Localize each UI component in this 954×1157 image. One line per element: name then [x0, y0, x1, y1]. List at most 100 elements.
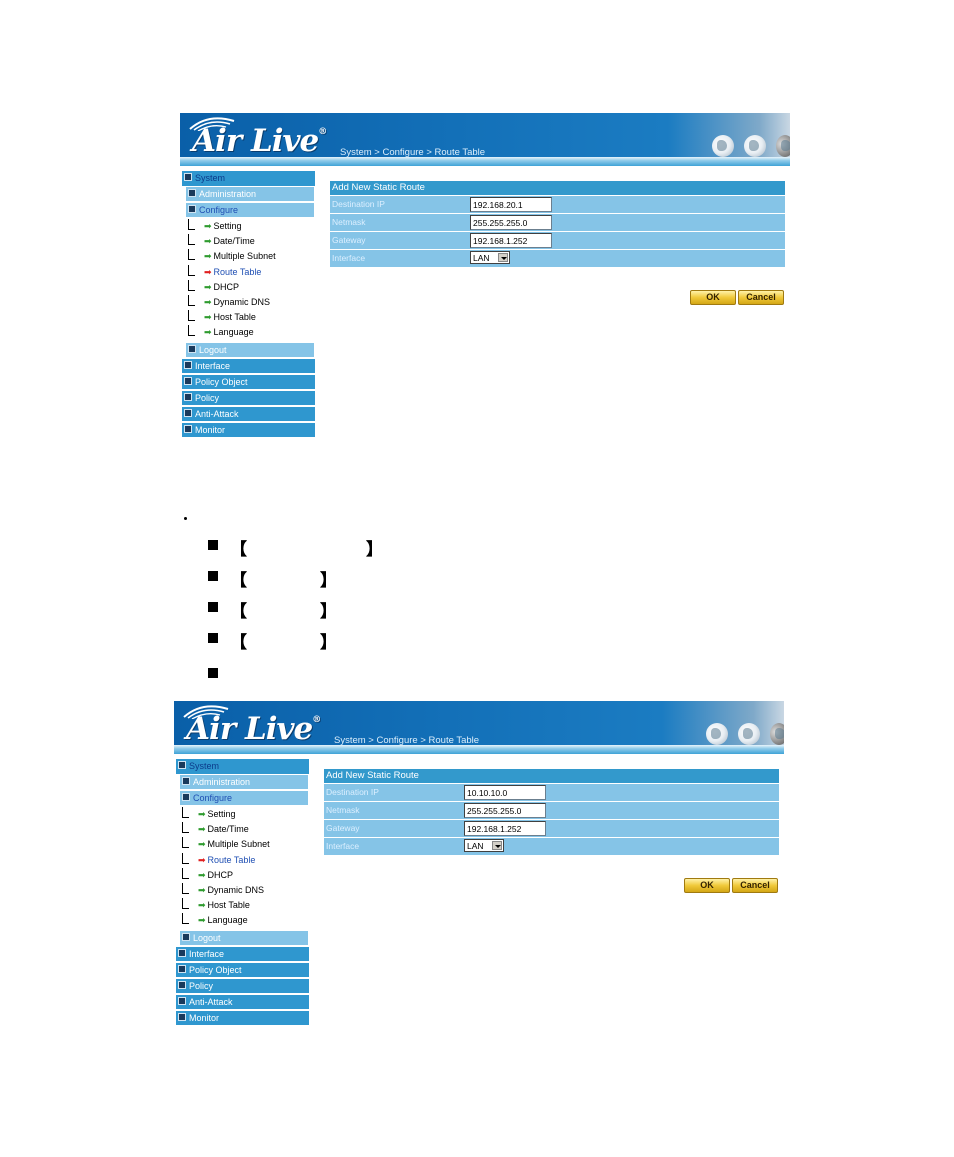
cancel-button[interactable]: Cancel — [738, 290, 784, 305]
router-ui-screenshot-1: Air Live® System > Configure > Route Tab… — [180, 113, 790, 443]
configure-submenu: ➡ Setting ➡ Date/Time ➡ Multiple Subnet ➡ Ro… — [182, 807, 309, 929]
sidebar-item-anti-attack[interactable]: Anti-Attack — [176, 994, 309, 1009]
sidebar-item-label: System — [195, 173, 226, 183]
chevron-down-icon[interactable] — [498, 253, 508, 262]
airlive-logo: Air Live® — [192, 123, 327, 159]
sidebar-item-label: Configure — [193, 793, 233, 803]
sidebar-item-configure[interactable]: Configure — [180, 791, 308, 805]
expand-icon — [178, 964, 186, 973]
arrow-right-icon: ➡ — [204, 296, 212, 307]
sidebar-item-setting[interactable]: ➡ Setting — [188, 219, 315, 234]
field-label: Netmask — [326, 805, 360, 815]
sidebar-item-label: Logout — [199, 344, 227, 355]
expand-icon — [184, 408, 192, 417]
sidebar-item-label: Policy Object — [195, 376, 248, 387]
sidebar-item-setting[interactable]: ➡ Setting — [182, 807, 309, 822]
sidebar-item-label: Multiple Subnet — [207, 839, 270, 850]
sidebar-item-date-time[interactable]: ➡ Date/Time — [188, 234, 315, 249]
sidebar-item-dynamic-dns[interactable]: ➡ Dynamic DNS — [188, 294, 315, 310]
form-row-gateway: Gateway — [330, 232, 785, 249]
sidebar-item-monitor[interactable]: Monitor — [182, 422, 315, 437]
tree-line — [188, 234, 195, 246]
expand-icon — [184, 392, 192, 401]
sidebar-item-label: Dynamic DNS — [207, 884, 265, 895]
destination-ip-input[interactable] — [470, 197, 552, 212]
breadcrumb: System > Configure > Route Table — [334, 735, 480, 746]
gateway-input[interactable] — [470, 233, 552, 248]
sidebar-item-label: Policy — [195, 392, 220, 403]
sidebar-item-dhcp[interactable]: ➡ DHCP — [188, 279, 315, 295]
interface-select[interactable]: LAN — [470, 251, 510, 264]
sidebar-item-administration[interactable]: Administration — [186, 187, 314, 201]
expand-icon — [184, 376, 192, 385]
sidebar-item-administration[interactable]: Administration — [180, 775, 308, 789]
form-row-gateway: Gateway — [324, 820, 779, 837]
bracket-close: 】 — [366, 540, 383, 560]
sidebar-item-anti-attack[interactable]: Anti-Attack — [182, 406, 315, 421]
tree-line — [182, 882, 189, 894]
sidebar-item-label: Anti-Attack — [195, 408, 239, 419]
sidebar-item-language[interactable]: ➡ Language — [182, 913, 309, 928]
bracket-close: 】 — [320, 602, 337, 622]
expand-icon — [178, 996, 186, 1005]
globe-icon[interactable] — [712, 135, 734, 157]
form-actions: OK Cancel — [690, 287, 784, 305]
sidebar-item-system[interactable]: System — [176, 759, 309, 774]
ok-button[interactable]: OK — [690, 290, 736, 305]
sidebar-item-logout[interactable]: Logout — [186, 342, 314, 357]
field-label: Gateway — [332, 235, 366, 245]
destination-ip-input[interactable] — [464, 785, 546, 800]
sidebar: System Administration Configure ➡ Setting… — [182, 171, 315, 439]
sidebar-item-multiple-subnet[interactable]: ➡ Multiple Subnet — [182, 837, 309, 852]
sidebar-item-multiple-subnet[interactable]: ➡ Multiple Subnet — [188, 249, 315, 264]
netmask-input[interactable] — [464, 803, 546, 818]
globe-icon[interactable] — [706, 723, 728, 745]
netmask-input[interactable] — [470, 215, 552, 230]
sidebar-item-label: Host Table — [207, 900, 250, 911]
tree-line — [182, 867, 189, 879]
sidebar-item-host-table[interactable]: ➡ Host Table — [182, 898, 309, 913]
sidebar-item-configure[interactable]: Configure — [186, 203, 314, 217]
sidebar-item-monitor[interactable]: Monitor — [176, 1010, 309, 1025]
sidebar-item-policy-object[interactable]: Policy Object — [182, 374, 315, 389]
sidebar-item-system[interactable]: System — [182, 171, 315, 186]
cancel-button[interactable]: Cancel — [732, 878, 778, 893]
sidebar-item-route-table[interactable]: ➡ Route Table — [188, 264, 315, 280]
sidebar-item-label: Date/Time — [213, 236, 255, 247]
chevron-down-icon[interactable] — [492, 841, 502, 850]
sidebar-item-label: Logout — [193, 932, 221, 943]
sidebar-item-language[interactable]: ➡ Language — [188, 325, 315, 340]
sidebar-item-date-time[interactable]: ➡ Date/Time — [182, 822, 309, 837]
sidebar-item-policy[interactable]: Policy — [176, 978, 309, 993]
arrow-right-icon: ➡ — [204, 281, 212, 292]
bullet-square — [208, 668, 218, 678]
expand-icon — [184, 360, 192, 369]
sidebar-item-label: Monitor — [189, 1012, 220, 1023]
sidebar-item-policy-object[interactable]: Policy Object — [176, 962, 309, 977]
sidebar-item-interface[interactable]: Interface — [182, 358, 315, 373]
sidebar-item-logout[interactable]: Logout — [180, 930, 308, 945]
expand-icon — [182, 777, 190, 785]
sidebar-item-label: Monitor — [195, 424, 226, 435]
globe-icon[interactable] — [744, 135, 766, 157]
tree-line — [188, 279, 195, 291]
sidebar-item-policy[interactable]: Policy — [182, 390, 315, 405]
interface-select[interactable]: LAN — [464, 839, 504, 852]
form-row-netmask: Netmask — [324, 802, 779, 819]
sidebar-item-dhcp[interactable]: ➡ DHCP — [182, 867, 309, 883]
sidebar-item-label: Administration — [193, 777, 251, 787]
globe-icon[interactable] — [738, 723, 760, 745]
gateway-input[interactable] — [464, 821, 546, 836]
expand-icon — [178, 948, 186, 957]
bullet-square — [208, 633, 218, 643]
sidebar-item-interface[interactable]: Interface — [176, 946, 309, 961]
sidebar-item-dynamic-dns[interactable]: ➡ Dynamic DNS — [182, 882, 309, 898]
tree-line — [182, 837, 189, 849]
sidebar-item-host-table[interactable]: ➡ Host Table — [188, 310, 315, 325]
globe-icon[interactable] — [770, 723, 784, 745]
globe-icon[interactable] — [776, 135, 790, 157]
sidebar-item-route-table[interactable]: ➡ Route Table — [182, 852, 309, 868]
collapse-icon — [178, 761, 186, 769]
arrow-right-icon: ➡ — [198, 809, 206, 819]
ok-button[interactable]: OK — [684, 878, 730, 893]
